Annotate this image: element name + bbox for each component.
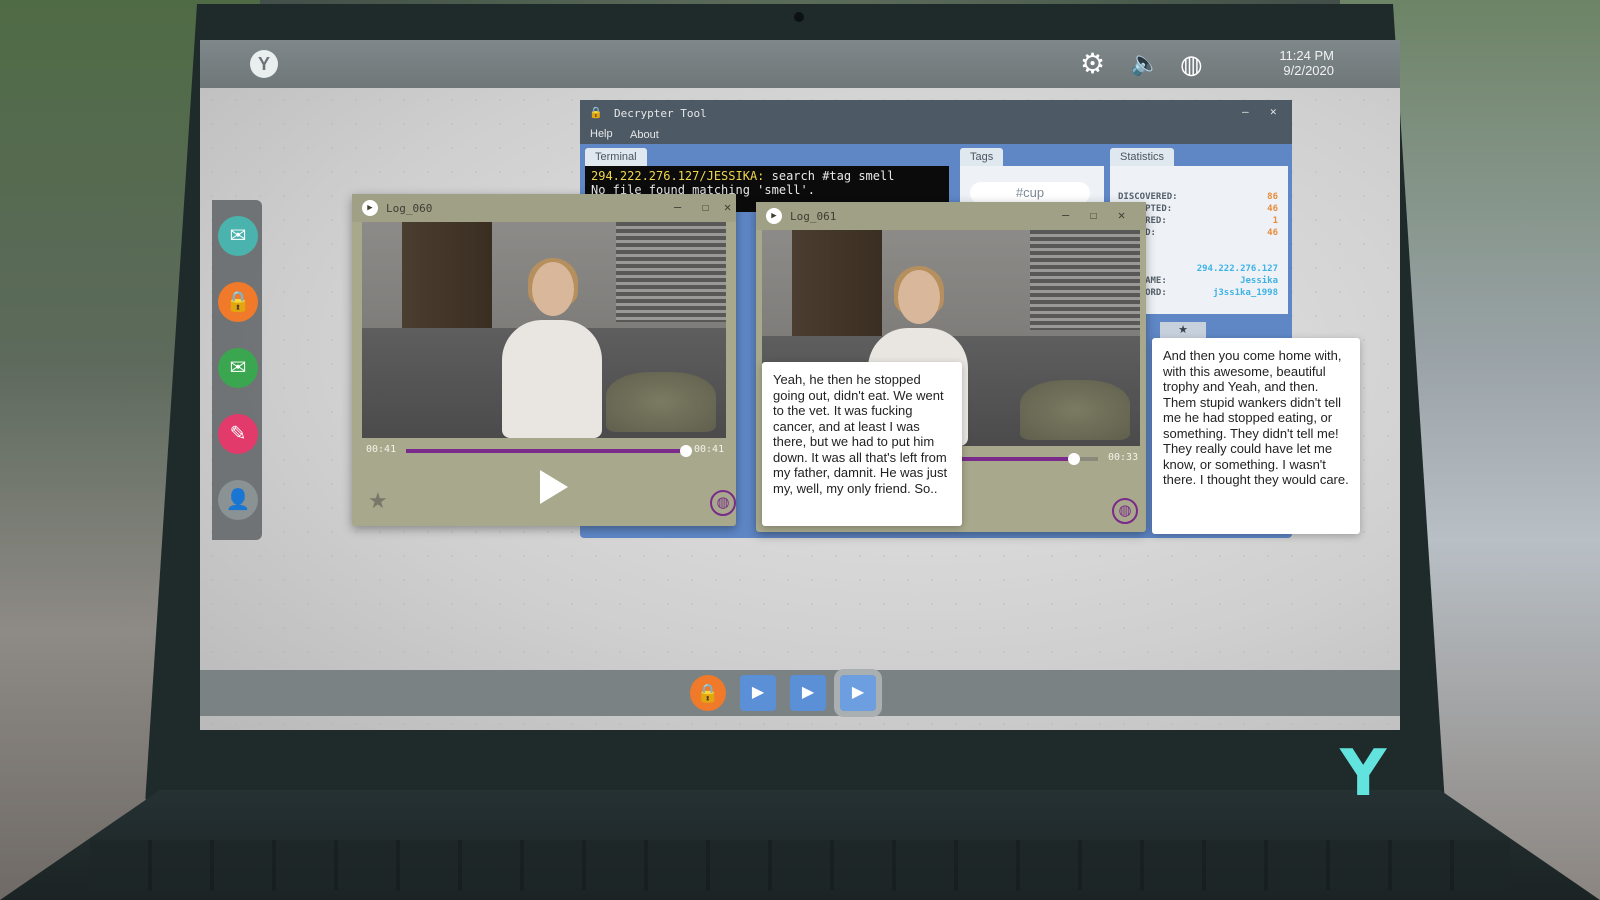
video-titlebar: ▶ Log_061 – ☐ ✕ — [756, 202, 1146, 230]
taskbar: 🔒 ▶ ▶ ▶ — [200, 669, 1400, 717]
globe-icon[interactable]: ◍ — [1112, 498, 1138, 524]
minimize-button[interactable]: – — [1242, 105, 1249, 118]
video-titlebar: ▶ Log_060 – ☐ ✕ — [352, 194, 736, 222]
video-progress: 00:41 00:41 — [362, 444, 726, 457]
window-title: Decrypter Tool — [614, 107, 707, 120]
play-circle-icon: ▶ — [362, 200, 378, 216]
elapsed-time: 00:33 — [1108, 452, 1139, 463]
blanket — [606, 372, 716, 432]
elapsed-time: 00:41 — [366, 444, 397, 455]
minimize-button[interactable]: – — [1062, 208, 1069, 222]
star-icon[interactable]: ★ — [368, 488, 388, 514]
user-icon[interactable]: 👤 — [218, 480, 258, 520]
webcam — [794, 12, 804, 22]
stat-value: 46 — [1267, 228, 1278, 238]
star-icon[interactable]: ★ — [1160, 322, 1206, 338]
stat-value: 86 — [1267, 192, 1278, 202]
menu-about[interactable]: About — [630, 129, 659, 141]
lock-icon[interactable]: 🔒 — [690, 675, 726, 711]
screen: Y ⚙ 🔈 ◍ 11:24 PM 9/2/2020 ✉ 🔒 ✉ ✎ 👤 🔒 De… — [200, 40, 1400, 730]
globe-icon[interactable]: ◍ — [1180, 48, 1203, 80]
speaker-icon[interactable]: 🔈 — [1130, 48, 1160, 80]
tab-tags[interactable]: Tags — [960, 148, 1004, 166]
chat-icon[interactable]: ✉ — [218, 216, 258, 256]
password-value: j3ss1ka_1998 — [1212, 288, 1278, 298]
seek-fill — [406, 449, 686, 453]
video-window-log060: ▶ Log_060 – ☐ ✕ 00:41 00:41 ★ ◍ — [352, 194, 736, 526]
tab-terminal[interactable]: Terminal — [585, 148, 647, 166]
window-blinds — [616, 222, 726, 322]
left-dock: ✉ 🔒 ✉ ✎ 👤 — [212, 200, 262, 540]
terminal-line: 294.222.276.127/JESSIKA: search #tag sme… — [591, 169, 943, 183]
keyboard — [90, 840, 1510, 890]
maximize-button[interactable]: ☐ — [702, 200, 709, 214]
video-frame[interactable] — [362, 222, 726, 438]
clock: 11:24 PM 9/2/2020 — [1279, 48, 1334, 78]
stat-value: 1 — [1272, 216, 1278, 226]
clock-time: 11:24 PM — [1279, 48, 1334, 63]
seek-handle[interactable] — [1068, 453, 1081, 465]
person — [492, 258, 612, 438]
video-title: Log_060 — [386, 202, 433, 215]
seek-track[interactable] — [406, 445, 692, 457]
notepad-icon[interactable]: ✎ — [218, 414, 258, 454]
duration-time: 00:41 — [694, 444, 725, 455]
play-icon[interactable] — [540, 470, 568, 504]
lock-icon[interactable]: 🔒 — [218, 282, 258, 322]
clock-date: 9/2/2020 — [1283, 63, 1334, 78]
video-title: Log_061 — [790, 210, 837, 223]
subtitle-bubble-right: And then you come home with, with this a… — [1152, 338, 1360, 534]
terminal-prompt: 294.222.276.127/JESSIKA: — [591, 169, 765, 183]
globe-icon[interactable]: ◍ — [710, 490, 736, 516]
play-circle-icon: ▶ — [766, 208, 782, 224]
top-bar: Y ⚙ 🔈 ◍ 11:24 PM 9/2/2020 — [200, 40, 1400, 88]
close-button[interactable]: ✕ — [724, 200, 731, 214]
terminal-command: search #tag smell — [771, 169, 895, 183]
menu-bar: Help About — [580, 126, 1292, 144]
face — [898, 270, 940, 324]
gear-icon[interactable]: ⚙ — [1080, 48, 1105, 80]
video-file-icon[interactable]: ▶ — [790, 675, 826, 711]
video-file-icon[interactable]: ▶ — [834, 669, 882, 717]
face — [532, 262, 574, 316]
seek-handle[interactable] — [680, 445, 692, 457]
menu-help[interactable]: Help — [590, 128, 613, 140]
torso — [502, 320, 602, 438]
tag-chip[interactable]: #cup — [970, 182, 1090, 204]
close-button[interactable]: ✕ — [1118, 208, 1125, 222]
stat-value: 46 — [1267, 204, 1278, 214]
blanket — [1020, 380, 1130, 440]
window-blinds — [1030, 230, 1140, 330]
mail-icon[interactable]: ✉ — [218, 348, 258, 388]
ip-value: 294.222.276.127 — [1196, 264, 1278, 274]
tab-statistics[interactable]: Statistics — [1110, 148, 1175, 166]
close-button[interactable]: ✕ — [1270, 105, 1277, 118]
video-file-icon[interactable]: ▶ — [740, 675, 776, 711]
maximize-button[interactable]: ☐ — [1090, 208, 1097, 222]
lock-icon: 🔒 — [589, 106, 603, 119]
decrypter-titlebar: 🔒 Decrypter Tool – ✕ — [580, 100, 1292, 126]
subtitle-bubble-left: Yeah, he then he stopped going out, didn… — [762, 362, 962, 526]
os-logo-icon[interactable]: Y — [250, 50, 278, 78]
stat-label: DISCOVERED: — [1118, 192, 1178, 202]
username-value: Jessika — [1240, 276, 1278, 286]
minimize-button[interactable]: – — [674, 200, 681, 214]
brand-logo-icon: Y — [1340, 737, 1387, 811]
